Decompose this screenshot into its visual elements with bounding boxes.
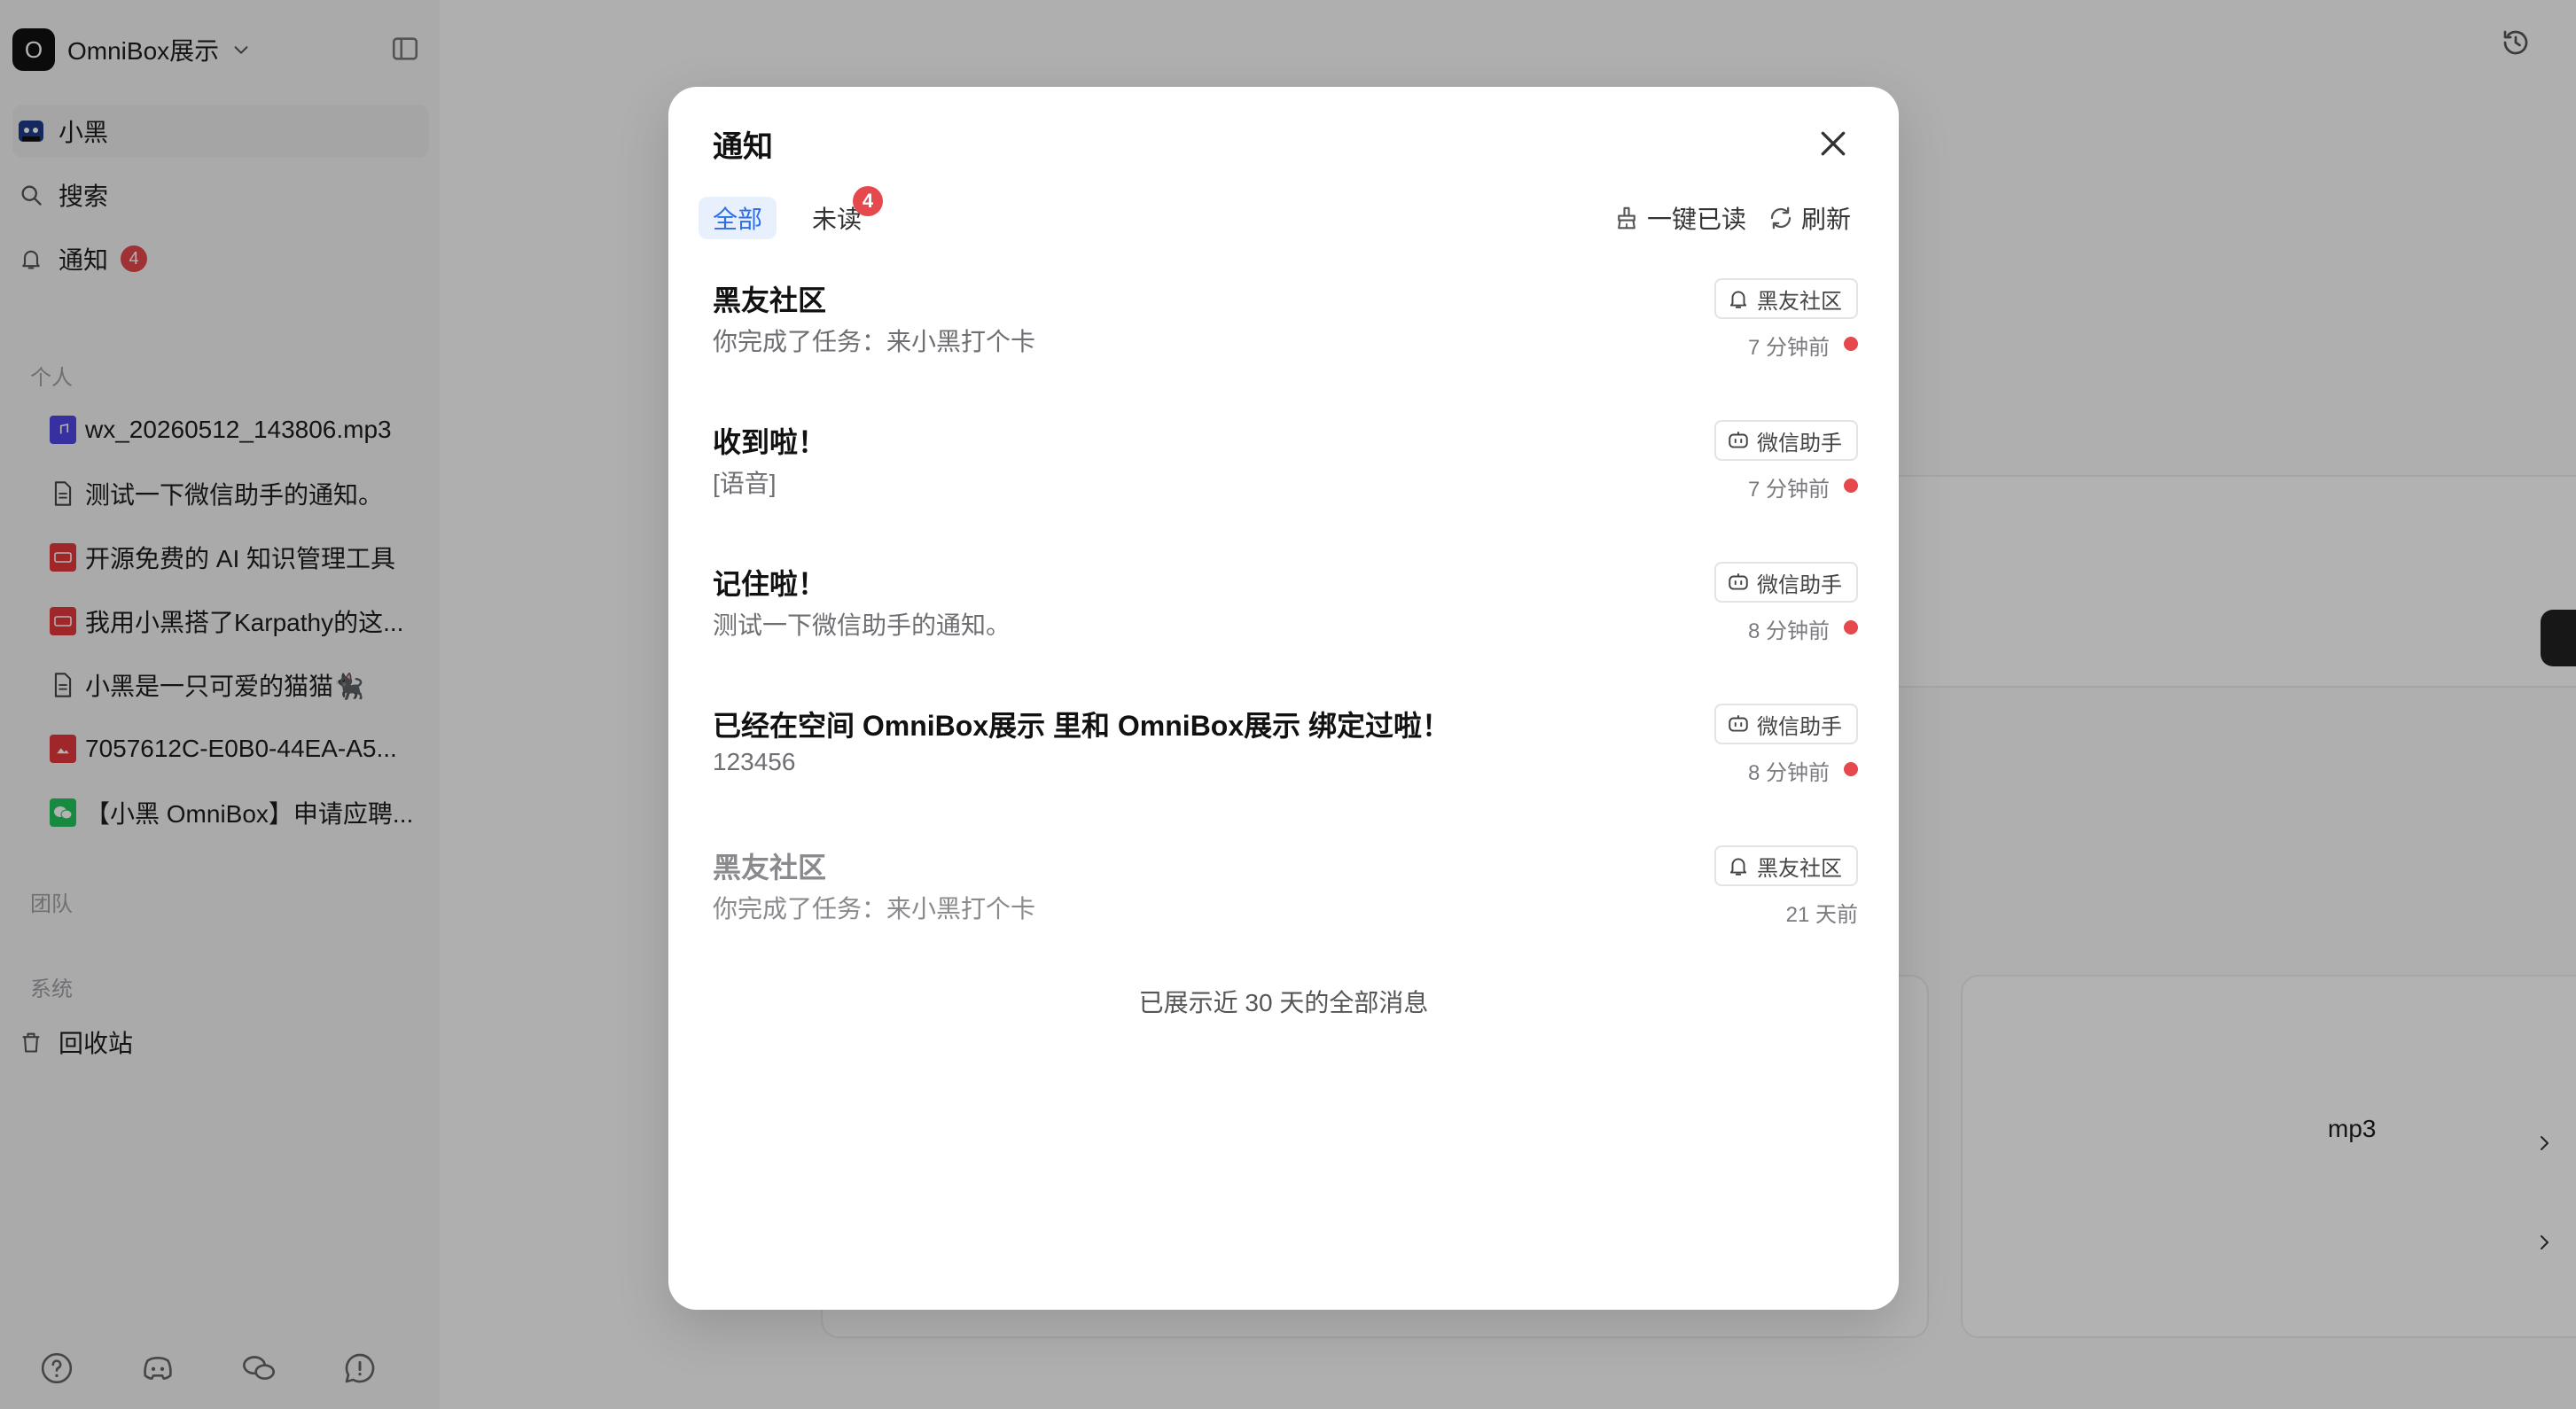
refresh-icon xyxy=(1770,206,1791,230)
notification-time: 8 分钟前 xyxy=(1747,761,1830,785)
notification-title: 黑友社区 xyxy=(713,284,827,316)
source-label: 微信助手 xyxy=(1757,714,1842,739)
bot-icon xyxy=(1729,573,1748,590)
source-label: 黑友社区 xyxy=(1757,856,1842,881)
bot-icon xyxy=(1729,715,1748,732)
broom-icon xyxy=(1618,206,1635,230)
source-label: 微信助手 xyxy=(1757,431,1842,455)
notification-item[interactable]: 已经在空间 OmniBox展示 里和 OmniBox展示 绑定过啦！ 12345… xyxy=(713,704,1858,819)
notification-body: 你完成了任务：来小黑打个卡 xyxy=(713,895,1036,922)
notification-list-footer: 已展示近 30 天的全部消息 xyxy=(1138,989,1429,1016)
tab-all[interactable]: 全部 xyxy=(699,197,777,239)
notification-item[interactable]: 记住啦！ 测试一下微信助手的通知。 微信助手 8 分钟前 xyxy=(713,562,1858,677)
notification-time: 21 天前 xyxy=(1785,903,1858,927)
notification-title: 收到啦！ xyxy=(713,426,827,458)
notification-source-tag[interactable]: 微信助手 xyxy=(1714,562,1858,603)
source-label: 微信助手 xyxy=(1757,572,1842,597)
notification-body: 你完成了任务：来小黑打个卡 xyxy=(713,328,1036,355)
notification-time: 7 分钟前 xyxy=(1747,336,1830,360)
notification-body: 123456 xyxy=(713,748,796,775)
notification-item[interactable]: 收到啦！ [语音] 微信助手 7 分钟前 xyxy=(713,420,1858,535)
notification-item[interactable]: 黑友社区 你完成了任务：来小黑打个卡 黑友社区 7 分钟前 xyxy=(713,278,1858,393)
mark-all-read-label: 一键已读 xyxy=(1647,206,1747,233)
notification-title: 黑友社区 xyxy=(713,852,827,884)
notification-source-tag[interactable]: 微信助手 xyxy=(1714,704,1858,744)
bell-icon xyxy=(1729,291,1747,308)
source-label: 黑友社区 xyxy=(1757,289,1842,314)
unread-dot xyxy=(1844,620,1858,634)
notification-time: 7 分钟前 xyxy=(1747,478,1830,502)
unread-dot xyxy=(1844,762,1858,776)
unread-count-badge: 4 xyxy=(853,186,883,216)
notification-title: 记住啦！ xyxy=(713,568,827,600)
unread-dot xyxy=(1844,479,1858,493)
notification-modal: 通知 全部 未读 4 一键已读 刷新 黑友社区 你完成了任务：来小黑打个卡 黑友… xyxy=(668,87,1899,1310)
close-button[interactable] xyxy=(1812,122,1854,165)
refresh-label: 刷新 xyxy=(1801,206,1852,233)
modal-title: 通知 xyxy=(713,130,773,164)
notification-item[interactable]: 黑友社区 你完成了任务：来小黑打个卡 黑友社区 21 天前 xyxy=(713,845,1858,961)
notification-body: 测试一下微信助手的通知。 xyxy=(713,611,1011,639)
bell-icon xyxy=(1729,858,1747,876)
notification-time: 8 分钟前 xyxy=(1747,619,1830,643)
mark-all-read-button[interactable]: 一键已读 xyxy=(1613,200,1746,236)
refresh-button[interactable]: 刷新 xyxy=(1768,200,1851,236)
unread-dot xyxy=(1844,337,1858,351)
notification-source-tag[interactable]: 黑友社区 xyxy=(1714,845,1858,886)
close-icon xyxy=(1821,131,1846,156)
notification-title: 已经在空间 OmniBox展示 里和 OmniBox展示 绑定过啦！ xyxy=(713,710,1451,742)
notification-body: [语音] xyxy=(713,470,777,497)
notification-source-tag[interactable]: 微信助手 xyxy=(1714,420,1858,461)
notification-source-tag[interactable]: 黑友社区 xyxy=(1714,278,1858,319)
bot-icon xyxy=(1729,432,1748,448)
